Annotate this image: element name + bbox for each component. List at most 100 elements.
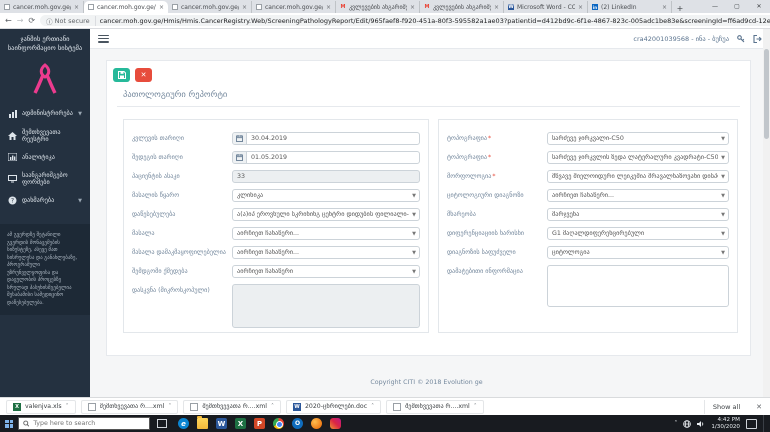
scrollbar-thumb[interactable] — [764, 49, 769, 139]
tab-close-icon[interactable]: × — [494, 4, 499, 11]
forward-button[interactable]: → — [17, 16, 24, 25]
sidebar-item-analytics[interactable]: ანალიტიკა — [0, 148, 90, 167]
save-button[interactable] — [113, 68, 130, 82]
tab-close-icon[interactable]: × — [74, 4, 79, 11]
form-row-additional-info: დამატებითი ინფორმაცია — [447, 265, 729, 307]
browser-tab[interactable]: W Microsoft Word - COVID-1! × — [504, 1, 588, 13]
firefox-icon[interactable] — [311, 418, 322, 429]
downloads-bar: X valenjva.xls ˄ შემთხვევათა რ....xml ˄ … — [0, 397, 770, 415]
back-button[interactable]: ← — [5, 16, 12, 25]
outlook-icon[interactable]: O — [292, 418, 303, 429]
chevron-up-icon[interactable]: ˄ — [271, 403, 274, 410]
close-window-button[interactable]: ✕ — [748, 0, 770, 13]
tab-close-icon[interactable]: × — [242, 4, 247, 11]
cytology-diagnosis-select[interactable]: აირჩიეთ ჩანაწერი... ▼ — [547, 189, 729, 202]
volume-icon[interactable] — [697, 420, 705, 428]
tab-title: კვლევების ანგარიშები — [433, 3, 491, 11]
material-select[interactable]: აირჩიეთ ჩანაწერი... ▼ — [232, 227, 420, 240]
tab-close-icon[interactable]: × — [326, 4, 331, 11]
copyright-footer: Copyright CITI © 2018 Evolution ge — [370, 379, 483, 386]
site-security[interactable]: ⓘ Not secure — [46, 15, 96, 26]
sidebar-item-administration[interactable]: ადმინისტრირება ▼ — [0, 105, 90, 124]
result-date-input[interactable]: 01.05.2019 — [232, 151, 420, 164]
study-date-input[interactable]: 30.04.2019 — [232, 132, 420, 145]
browser-tab-active[interactable]: cancer.moh.gov.ge/Hmis/:- × — [84, 1, 168, 13]
browser-tab[interactable]: M კვლევების ანგარიშები × — [420, 1, 504, 13]
download-item[interactable]: შემთხვევათა რ....xml ˄ — [80, 399, 179, 414]
tab-close-icon[interactable]: × — [578, 4, 583, 11]
tab-close-icon[interactable]: × — [662, 4, 667, 11]
form-row-cytology-diagnosis: ციტოლოგიური დიაგნოზი აირჩიეთ ჩანაწერი...… — [447, 189, 729, 202]
taskbar-search[interactable] — [18, 417, 150, 430]
browser-tab[interactable]: cancer.moh.gov.ge/Hmis/:- × — [0, 1, 84, 13]
tab-close-icon[interactable]: × — [159, 4, 164, 11]
svg-text:?: ? — [11, 198, 14, 205]
address-bar[interactable]: ⓘ Not secure cancer.moh.gov.ge/Hmis/Hmis… — [40, 15, 770, 26]
search-input[interactable] — [33, 420, 145, 427]
page-scrollbar[interactable] — [763, 29, 770, 397]
refresh-button[interactable]: ⟳ — [28, 16, 35, 25]
new-tab-button[interactable]: + — [674, 4, 686, 13]
chevron-up-icon[interactable]: ˄ — [66, 403, 69, 410]
task-view-icon[interactable] — [157, 419, 167, 428]
taskbar-clock[interactable]: 4:42 PM 1/30/2020 — [711, 417, 740, 431]
browser-tab[interactable]: in (2) LinkedIn × — [588, 1, 672, 13]
tab-close-icon[interactable]: × — [410, 4, 415, 11]
instagram-icon[interactable] — [330, 418, 341, 429]
browser-tab[interactable]: cancer.moh.gov.ge/Hmis/:- × — [252, 1, 336, 13]
chevron-down-icon: ▼ — [412, 211, 416, 218]
excel-app-icon[interactable]: X — [235, 418, 246, 429]
hamburger-menu-icon[interactable] — [98, 34, 109, 43]
download-item[interactable]: შემთხვევათა რ....xml ˄ — [183, 399, 281, 414]
material-source-select[interactable]: კლინიკა ▼ — [232, 189, 420, 202]
morphology-select[interactable]: მწვავე მიელოიდური ლეიკემია მრავალხაზოვან… — [547, 170, 729, 183]
download-item[interactable]: X valenjva.xls ˄ — [6, 399, 76, 414]
browser-tab[interactable]: M კვლევების ანგარიშები × — [336, 1, 420, 13]
chevron-down-icon: ▼ — [412, 249, 416, 256]
url-text[interactable]: cancer.moh.gov.ge/Hmis/Hmis.CancerRegist… — [100, 17, 770, 25]
sidebar-item-help[interactable]: ? დახმარება ▼ — [0, 191, 90, 210]
powerpoint-app-icon[interactable]: P — [254, 418, 265, 429]
chrome-icon[interactable] — [273, 418, 284, 429]
topography-select[interactable]: სარძევე ჯირკვალი-C50 ▼ — [547, 132, 729, 145]
key-icon[interactable] — [737, 34, 745, 43]
differentiation-grade-select[interactable]: G1 მაღალდიფერენცირებული ▼ — [547, 227, 729, 240]
sidebar-item-case-registry[interactable]: შემთხვევათა რეესტრი — [0, 124, 90, 148]
browser-tab[interactable]: cancer.moh.gov.ge/Hmis/:- × — [168, 1, 252, 13]
cancel-button[interactable]: ✕ — [135, 68, 152, 82]
institution-select[interactable]: ა(ა)იპ ეროვნული სკრინინგ ცენტრი დიდუბის … — [232, 208, 420, 221]
laterality-select[interactable]: მარჯვენა ▼ — [547, 208, 729, 221]
chevron-up-icon[interactable]: ˄ — [474, 403, 477, 410]
download-item[interactable]: შემთხვევათა რ....xml ˄ — [386, 399, 484, 414]
sidebar-item-reporting-forms[interactable]: საანგარიშგებო ფორმები — [0, 167, 90, 191]
form-row-laterality: მხარეობა მარჯვენა ▼ — [447, 208, 729, 221]
show-desktop-button[interactable] — [763, 415, 766, 432]
word-app-icon[interactable]: W — [216, 418, 227, 429]
close-icon: ✕ — [140, 72, 147, 79]
additional-info-textarea[interactable] — [547, 265, 729, 307]
logout-icon[interactable] — [753, 34, 762, 43]
start-button[interactable] — [0, 415, 18, 432]
maximize-button[interactable]: ▢ — [726, 0, 748, 13]
close-downloads-icon[interactable]: ✕ — [756, 403, 762, 411]
sidebar-menu: ადმინისტრირება ▼ შემთხვევათა რეესტრი ანა… — [0, 105, 90, 211]
edge-icon[interactable]: e — [178, 418, 189, 429]
show-all-button[interactable]: Show all — [703, 399, 748, 414]
download-item[interactable]: W 2020-ცხრილები.doc ˄ — [286, 399, 382, 414]
next-action-select[interactable]: აირჩიეთ ჩანაწერი ▼ — [232, 265, 420, 278]
form-row-differentiation-grade: დიფერენციაციის ხარისხი G1 მაღალდიფერენცი… — [447, 227, 729, 240]
user-info[interactable]: cra42001039568 - ინა - ბუჩუა — [633, 35, 729, 43]
chevron-up-icon[interactable]: ˄ — [371, 403, 374, 410]
chevron-up-icon[interactable]: ˄ — [168, 403, 171, 410]
chevron-up-icon[interactable]: ˄ — [674, 420, 677, 427]
minimize-button[interactable]: — — [704, 0, 726, 13]
diagnosis-basis-select[interactable]: ციტოლოგია ▼ — [547, 246, 729, 259]
file-explorer-icon[interactable] — [197, 416, 208, 429]
form-row-institution: დაწესებულება ა(ა)იპ ეროვნული სკრინინგ ცე… — [132, 208, 420, 221]
web-page: ჯანმის ერთიანი საინფორმაციო სისტემა ადმი… — [0, 29, 770, 397]
field-value: 01.05.2019 — [251, 154, 288, 161]
topography-detail-select[interactable]: სარძევე ჯირკვლის ზედა ლატერალური კვადრატ… — [547, 151, 729, 164]
action-center-icon[interactable] — [746, 418, 757, 429]
material-satisfactory-select[interactable]: აირჩიეთ ჩანაწერი... ▼ — [232, 246, 420, 259]
network-icon[interactable] — [683, 419, 692, 428]
